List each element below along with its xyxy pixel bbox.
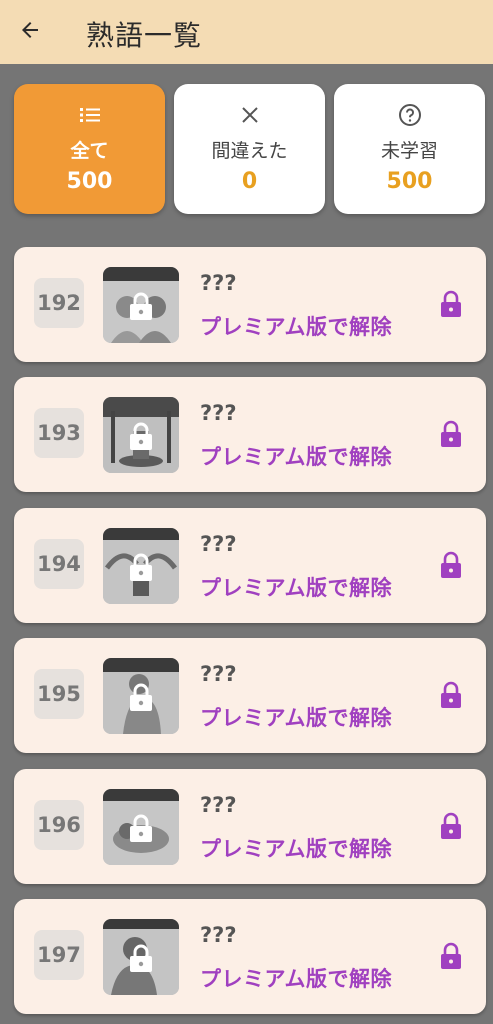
idiom-word: ??? (200, 532, 237, 556)
lock-icon (130, 553, 152, 581)
idiom-thumbnail (103, 919, 179, 995)
idiom-card[interactable]: 197 ??? プレミアム版で解除 (14, 899, 486, 1014)
idiom-number: 197 (34, 930, 84, 980)
filter-label: 未学習 (380, 140, 438, 162)
list-icon (77, 102, 103, 128)
lock-icon (130, 292, 152, 320)
filter-tabs: 全て 500 間違えた 0 未学習 500 (14, 84, 485, 214)
lock-icon (441, 551, 461, 578)
idiom-word: ??? (200, 793, 237, 817)
filter-label: 間違えた (211, 140, 288, 162)
lock-icon (441, 681, 461, 708)
lock-icon (130, 422, 152, 450)
lock-icon (130, 814, 152, 842)
idiom-card[interactable]: 196 ??? プレミアム版で解除 (14, 769, 486, 884)
idiom-number: 195 (34, 669, 84, 719)
premium-unlock-text: プレミアム版で解除 (200, 445, 393, 469)
idiom-thumbnail (103, 789, 179, 865)
filter-label: 全て (70, 140, 109, 162)
premium-unlock-text: プレミアム版で解除 (200, 837, 393, 861)
idiom-thumbnail (103, 528, 179, 604)
lock-icon (130, 683, 152, 711)
lock-icon (441, 942, 461, 969)
premium-unlock-text: プレミアム版で解除 (200, 315, 393, 339)
idiom-number: 194 (34, 539, 84, 589)
idiom-thumbnail (103, 267, 179, 343)
app-bar: 熟語一覧 (0, 0, 493, 64)
close-icon (237, 102, 263, 128)
filter-all[interactable]: 全て 500 (14, 84, 165, 214)
premium-unlock-text: プレミアム版で解除 (200, 576, 393, 600)
page-title: 熟語一覧 (86, 19, 203, 52)
filter-unlearned[interactable]: 未学習 500 (334, 84, 485, 214)
idiom-card[interactable]: 195 ??? プレミアム版で解除 (14, 638, 486, 753)
idiom-card[interactable]: 192 ??? プレミアム版で解除 (14, 247, 486, 362)
idiom-card[interactable]: 193 ??? プレミアム版で解除 (14, 377, 486, 492)
idiom-word: ??? (200, 271, 237, 295)
lock-icon (441, 420, 461, 447)
idiom-thumbnail (103, 658, 179, 734)
filter-wrong[interactable]: 間違えた 0 (174, 84, 325, 214)
idiom-word: ??? (200, 662, 237, 686)
idiom-number: 192 (34, 278, 84, 328)
premium-unlock-text: プレミアム版で解除 (200, 967, 393, 991)
lock-icon (441, 812, 461, 839)
lock-icon (441, 290, 461, 317)
idiom-number: 196 (34, 800, 84, 850)
idiom-card[interactable]: 194 ??? プレミアム版で解除 (14, 508, 486, 623)
premium-unlock-text: プレミアム版で解除 (200, 706, 393, 730)
filter-count: 500 (386, 169, 433, 194)
filter-count: 0 (241, 169, 258, 194)
idiom-thumbnail (103, 397, 179, 473)
idiom-word: ??? (200, 401, 237, 425)
arrow-left-icon (22, 22, 38, 38)
idiom-number: 193 (34, 408, 84, 458)
filter-count: 500 (66, 169, 113, 194)
back-button[interactable] (14, 14, 46, 46)
lock-icon (130, 944, 152, 972)
idiom-word: ??? (200, 923, 237, 947)
help-circle-icon (397, 102, 423, 128)
